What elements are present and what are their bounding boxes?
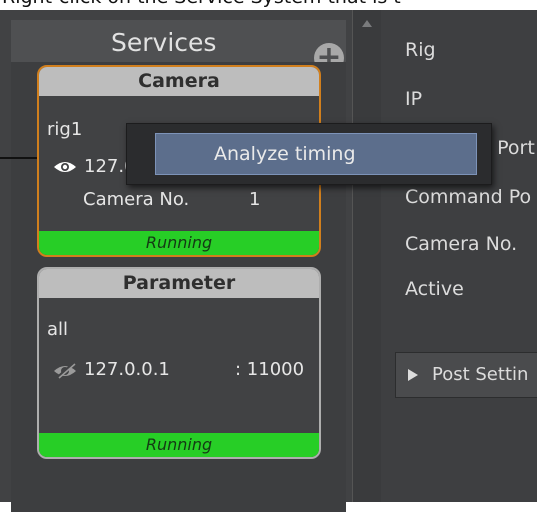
properties-panel: Rig IP g Port Command Po Camera No. Acti…	[381, 10, 537, 502]
card-title: Parameter	[39, 269, 319, 298]
expand-arrow-icon	[408, 369, 418, 381]
card-port: : 11000	[235, 359, 305, 380]
connection-line	[0, 157, 37, 159]
camera-no-value: 1	[249, 189, 261, 210]
services-scrollbar[interactable]	[352, 10, 382, 502]
camera-no-label: Camera No.	[83, 189, 190, 210]
scroll-up-icon[interactable]	[362, 20, 372, 27]
status-badge: Running	[39, 231, 319, 255]
services-title: Services	[111, 28, 217, 57]
services-header: Services +	[11, 20, 346, 73]
post-settings-button[interactable]: Post Settin	[395, 352, 537, 398]
card-title: Camera	[39, 67, 319, 96]
property-command-port-label: Command Po	[405, 186, 532, 208]
card-name: rig1	[47, 119, 83, 140]
property-active-label: Active	[405, 278, 464, 300]
property-rig-label: Rig	[405, 39, 436, 61]
post-settings-label: Post Settin	[432, 364, 529, 385]
service-card-parameter[interactable]: Parameter all 127.0.0.1 : 11000 Running	[37, 267, 321, 459]
menu-item-analyze-timing[interactable]: Analyze timing	[155, 133, 477, 175]
card-ip: 127.0.0.1	[84, 359, 170, 380]
instruction-text: Right-click on the Service System that i…	[2, 0, 401, 8]
eye-off-icon[interactable]	[53, 363, 77, 379]
status-badge: Running	[39, 433, 319, 457]
property-camera-no-label: Camera No.	[405, 233, 518, 255]
eye-icon[interactable]	[53, 160, 77, 174]
card-name: all	[47, 319, 69, 340]
context-menu: Analyze timing	[126, 123, 492, 185]
property-ip-label: IP	[405, 88, 423, 110]
